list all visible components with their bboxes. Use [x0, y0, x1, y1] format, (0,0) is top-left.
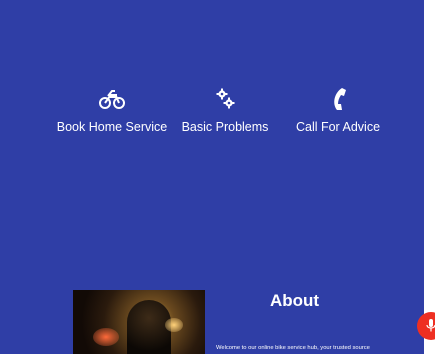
gears-icon	[160, 84, 290, 114]
phone-icon	[273, 84, 403, 114]
about-text: Welcome to our online bike service hub, …	[216, 345, 370, 351]
service-call-advice[interactable]: Call For Advice	[273, 84, 403, 135]
service-label: Basic Problems	[181, 120, 269, 134]
about-title: About	[270, 291, 320, 310]
service-label: Book Home Service	[56, 120, 168, 134]
about-photo	[73, 290, 205, 354]
services-section: Book Home Service Basic Problems Call Fo…	[0, 0, 424, 354]
service-basic-problems[interactable]: Basic Problems	[160, 84, 290, 135]
service-book-home[interactable]: Book Home Service	[47, 84, 177, 135]
motorcycle-icon	[47, 84, 177, 114]
service-label: Call For Advice	[295, 120, 381, 134]
microphone-icon	[426, 319, 435, 332]
